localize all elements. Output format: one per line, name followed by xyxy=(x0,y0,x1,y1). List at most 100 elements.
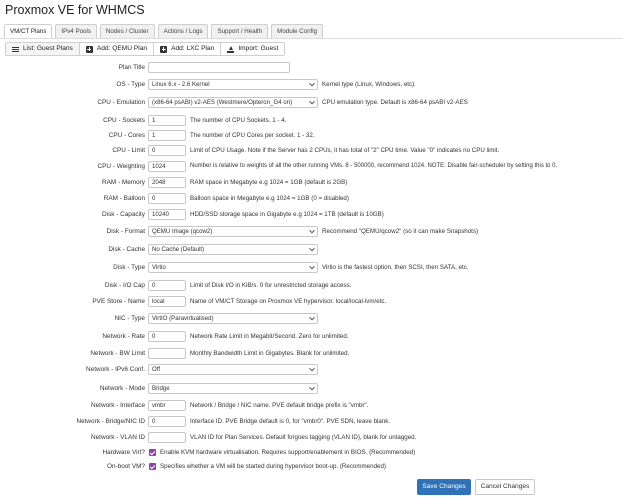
cpu-cores-label: CPU - Cores xyxy=(108,132,145,139)
row-network-ipv6: Network - IPv6 Conf. Off xyxy=(0,363,623,376)
cpu-limit-help: Limit of CPU Usage. Note if the Server h… xyxy=(190,147,500,154)
plus-square-icon xyxy=(85,45,93,53)
disk-type-value: Virtio xyxy=(152,264,166,271)
nic-type-label: NIC - Type xyxy=(114,315,145,322)
tab-ipv4-pools[interactable]: IPv4 Pools xyxy=(55,24,97,38)
row-ram-memory: RAM - Memory 2048 RAM space in Megabyte … xyxy=(0,176,623,189)
row-disk-capacity: Disk - Capacity 10240 HDD/SSD storage sp… xyxy=(0,208,623,221)
save-changes-button[interactable]: Save Changes xyxy=(417,479,471,495)
row-cpu-emulation: CPU - Emulation (x86-64 psABI) v2-AES (W… xyxy=(0,96,623,109)
cpu-sockets-input[interactable]: 1 xyxy=(148,115,186,126)
chevron-down-icon xyxy=(309,227,315,233)
subtab-add-qemu-plan[interactable]: Add: QEMU Plan xyxy=(79,43,155,55)
disk-type-help: Virtio is the fastest option, then SCSI,… xyxy=(322,264,469,271)
hardware-virt-checkbox[interactable] xyxy=(149,449,156,456)
disk-capacity-label: Disk - Capacity xyxy=(102,211,145,218)
hardware-virt-label: Hardware Virt? xyxy=(102,449,145,456)
row-cpu-limit: CPU - Limit 0 Limit of CPU Usage. Note i… xyxy=(0,144,623,157)
disk-cache-value: No Cache (Default) xyxy=(152,246,205,253)
disk-cache-label: Disk - Cache xyxy=(108,246,145,253)
row-onboot-vm: On-boot VM? Specifies whether a VM will … xyxy=(0,460,623,473)
cpu-cores-help: The number of CPU Cores per socket. 1 - … xyxy=(190,132,315,139)
disk-format-value: QEMU Image (qcow2) xyxy=(152,228,213,235)
nic-type-select[interactable]: VirtIO (Paravirtualised) xyxy=(148,313,318,324)
plan-title-input[interactable] xyxy=(148,62,290,73)
cpu-weighting-label: CPU - Weighting xyxy=(97,163,145,170)
network-vlan-id-help: VLAN ID for Plan Services. Default forgo… xyxy=(190,434,417,441)
network-bridge-nic-id-help: Interface ID. PVE Bridge default is 0, f… xyxy=(190,418,391,425)
nic-type-value: VirtIO (Paravirtualised) xyxy=(152,315,214,322)
network-interface-input[interactable]: vmbr xyxy=(148,400,186,411)
disk-io-cap-input[interactable]: 0 xyxy=(148,280,186,291)
row-network-interface: Network - Interface vmbr Network / Bridg… xyxy=(0,399,623,412)
network-mode-value: Bridge xyxy=(152,385,170,392)
ram-balloon-input[interactable]: 0 xyxy=(148,193,186,204)
row-network-rate: Network - Rate 0 Network Rate Limit in M… xyxy=(0,330,623,343)
subtab-add-lxc-plan[interactable]: Add: LXC Plan xyxy=(154,43,222,55)
disk-capacity-input[interactable]: 10240 xyxy=(148,209,186,220)
onboot-vm-help: Specifies whether a VM will be started d… xyxy=(160,463,386,470)
subtab-label: Add: LXC Plan xyxy=(171,45,215,52)
hardware-virt-help: Enable KVM hardware virtualisation. Requ… xyxy=(160,449,416,456)
row-cpu-sockets: CPU - Sockets 1 The number of CPU Socket… xyxy=(0,114,623,127)
row-network-vlan-id: Network - VLAN ID VLAN ID for Plan Servi… xyxy=(0,431,623,444)
network-rate-label: Network - Rate xyxy=(102,333,145,340)
network-bw-limit-label: Network - BW Limit xyxy=(90,350,145,357)
subtab-label: Import: Guest xyxy=(238,45,279,52)
ram-balloon-label: RAM - Balloon xyxy=(103,195,145,202)
upload-icon xyxy=(227,45,235,53)
plus-square-icon xyxy=(160,45,168,53)
network-bw-limit-help: Monthly Bandwidth Limit in Gigabytes. Bl… xyxy=(190,350,350,357)
network-ipv6-select[interactable]: Off xyxy=(148,364,318,375)
cancel-changes-button[interactable]: Cancel Changes xyxy=(475,479,535,495)
network-ipv6-value: Off xyxy=(152,366,161,373)
network-rate-input[interactable]: 0 xyxy=(148,331,186,342)
tab-support-health[interactable]: Support / Health xyxy=(211,24,269,38)
cpu-limit-input[interactable]: 0 xyxy=(148,145,186,156)
chevron-down-icon xyxy=(309,263,315,269)
os-type-select[interactable]: Linux 6.x - 2.6 Kernel xyxy=(148,79,318,90)
network-vlan-id-label: Network - VLAN ID xyxy=(91,434,145,441)
row-cpu-weighting: CPU - Weighting 1024 Number is relative … xyxy=(0,160,623,173)
page-title: Proxmox VE for WHMCS xyxy=(5,3,145,17)
pve-store-input[interactable]: local xyxy=(148,296,186,307)
cpu-emulation-select[interactable]: (x86-64 psABI) v2-AES (Westmere/Opteron_… xyxy=(148,97,318,108)
network-bw-limit-input[interactable] xyxy=(148,348,186,359)
onboot-vm-checkbox[interactable] xyxy=(149,463,156,470)
chevron-down-icon xyxy=(309,365,315,371)
network-ipv6-label: Network - IPv6 Conf. xyxy=(86,366,145,373)
tab-nodes-cluster[interactable]: Nodes / Cluster xyxy=(99,24,155,38)
ram-memory-help: RAM space in Megabyte e.g 1024 = 1GB (de… xyxy=(190,179,348,186)
cpu-cores-input[interactable]: 1 xyxy=(148,130,186,141)
row-pve-store: PVE Store - Name local Name of VM/CT Sto… xyxy=(0,295,623,308)
network-vlan-id-input[interactable] xyxy=(148,432,186,443)
chevron-down-icon xyxy=(309,98,315,104)
row-disk-type: Disk - Type Virtio Virtio is the fastest… xyxy=(0,261,623,274)
os-type-help: Kernel type (Linux, Windows, etc). xyxy=(322,81,416,88)
disk-type-select[interactable]: Virtio xyxy=(148,262,318,273)
cpu-weighting-input[interactable]: 1024 xyxy=(148,161,186,172)
os-type-label: OS - Type xyxy=(116,81,145,88)
subtab-list-guest-plans[interactable]: List: Guest Plans xyxy=(6,43,80,55)
network-mode-select[interactable]: Bridge xyxy=(148,383,318,394)
pve-store-label: PVE Store - Name xyxy=(92,298,145,305)
network-interface-help: Network / Bridge / NIC name. PVE default… xyxy=(190,402,369,409)
tab-divider xyxy=(0,38,623,39)
disk-format-help: Recommend "QEMU/qcow2" (so it can make S… xyxy=(322,228,479,235)
cpu-weighting-help: Number is relative to weights of all the… xyxy=(190,163,558,169)
disk-cache-select[interactable]: No Cache (Default) xyxy=(148,244,318,255)
row-disk-cache: Disk - Cache No Cache (Default) xyxy=(0,243,623,256)
tab-vm-ct-plans[interactable]: VM/CT Plans xyxy=(4,24,53,38)
tab-actions-logs[interactable]: Actions / Logs xyxy=(157,24,209,38)
network-mode-label: Network - Mode xyxy=(99,385,145,392)
ram-memory-input[interactable]: 2048 xyxy=(148,177,186,188)
pve-store-help: Name of VM/CT Storage on Proxmox VE hype… xyxy=(190,298,387,305)
row-plan-title: Plan Title xyxy=(0,61,623,74)
row-network-bw-limit: Network - BW Limit Monthly Bandwidth Lim… xyxy=(0,347,623,360)
tab-module-config[interactable]: Module Config xyxy=(271,24,324,38)
subtab-import-guest[interactable]: Import: Guest xyxy=(221,43,285,55)
chevron-down-icon xyxy=(309,245,315,251)
network-bridge-nic-id-input[interactable]: 0 xyxy=(148,416,186,427)
network-rate-help: Network Rate Limit in Megabit/Second. Ze… xyxy=(190,333,349,340)
disk-format-select[interactable]: QEMU Image (qcow2) xyxy=(148,226,318,237)
